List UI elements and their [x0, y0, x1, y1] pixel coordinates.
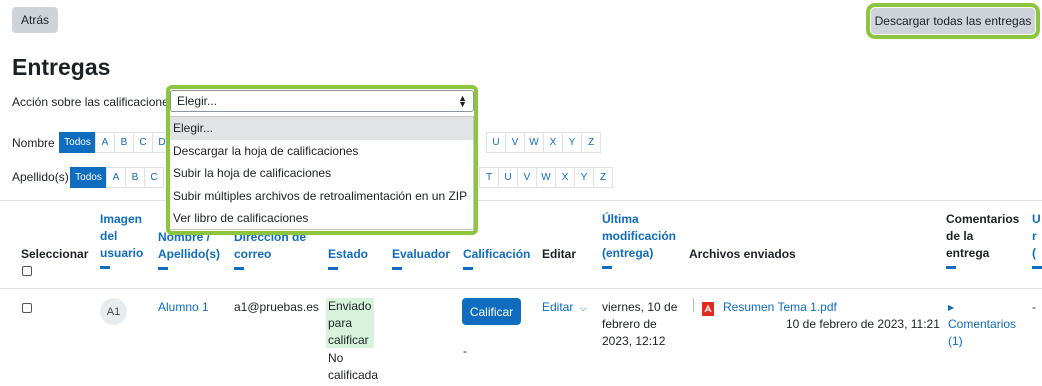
- nombre-letter[interactable]: U: [486, 132, 506, 153]
- edit-menu[interactable]: Editar ⌵: [542, 299, 587, 317]
- apellido-all[interactable]: Todos: [70, 167, 107, 188]
- grading-action-selected: Elegir...: [177, 94, 218, 108]
- grading-action-label: Acción sobre las calificaciones: [12, 95, 175, 109]
- nombre-letter[interactable]: X: [543, 132, 563, 153]
- extra-column-value: -: [1032, 300, 1036, 314]
- header-email[interactable]: Dirección de correo: [234, 229, 306, 270]
- dropdown-option[interactable]: Subir la hoja de calificaciones: [169, 162, 473, 185]
- grade-value: -: [463, 344, 467, 358]
- nombre-letter[interactable]: W: [524, 132, 544, 153]
- nombre-all[interactable]: Todos: [59, 132, 96, 153]
- apellido-letter[interactable]: Z: [593, 167, 613, 188]
- sort-arrows-icon: ▲ ▼: [458, 93, 467, 109]
- caret-right-icon: ▶: [948, 303, 955, 312]
- nombre-letter[interactable]: Z: [581, 132, 601, 153]
- header-grader[interactable]: Evaluador: [392, 246, 450, 270]
- header-extra-column[interactable]: U r (: [1032, 211, 1042, 269]
- nombre-letters-left: Todos A B C D: [59, 132, 172, 153]
- header-image[interactable]: Imagen del usuario: [100, 211, 143, 269]
- nombre-letter[interactable]: V: [505, 132, 525, 153]
- header-files: Archivos enviados: [689, 247, 796, 261]
- apellido-letter[interactable]: A: [106, 167, 126, 188]
- chevron-down-icon: ⌵: [579, 303, 587, 313]
- submission-status: Enviado para calificar: [328, 299, 372, 347]
- dropdown-option[interactable]: Elegir...: [169, 117, 473, 140]
- download-all-button[interactable]: Descargar todas las entregas: [866, 3, 1040, 39]
- nombre-letter[interactable]: A: [95, 132, 115, 153]
- nombre-letter[interactable]: B: [114, 132, 134, 153]
- apellido-letter[interactable]: B: [125, 167, 145, 188]
- dropdown-option[interactable]: Ver libro de calificaciones: [169, 207, 473, 230]
- table-top-divider: [0, 200, 1042, 201]
- header-name[interactable]: Nombre / Apellido(s): [158, 229, 220, 270]
- header-last-modified[interactable]: Última modificación (entrega): [602, 211, 676, 269]
- header-grade[interactable]: Calificación: [463, 246, 530, 270]
- student-name-link[interactable]: Alumno 1: [158, 299, 209, 316]
- header-edit: Editar: [542, 247, 577, 261]
- grading-action-select[interactable]: Elegir... ▲ ▼: [170, 90, 474, 112]
- submitted-file-date: 10 de febrero de 2023, 11:21: [786, 317, 940, 331]
- last-modified-date: viernes, 10 de febrero de 2023, 12:12: [602, 300, 678, 348]
- nombre-letter[interactable]: Y: [562, 132, 582, 153]
- page-title: Entregas: [12, 54, 111, 80]
- apellido-letter[interactable]: Y: [574, 167, 594, 188]
- apellido-letters-right: T U V W X Y Z: [479, 167, 613, 188]
- header-status[interactable]: Estado: [328, 246, 368, 270]
- apellido-letter[interactable]: C: [144, 167, 164, 188]
- apellido-letter[interactable]: T: [479, 167, 499, 188]
- grading-action-dropdown: Elegir... Descargar la hoja de calificac…: [168, 116, 474, 230]
- pdf-file-icon: [702, 302, 714, 316]
- nombre-filter-label: Nombre: [12, 136, 55, 150]
- apellido-letter[interactable]: X: [555, 167, 575, 188]
- apellido-filter-label: Apellido(s): [12, 170, 69, 184]
- comments-toggle[interactable]: ▶ Comentarios (1): [948, 299, 1016, 350]
- select-all-checkbox[interactable]: [22, 266, 32, 276]
- student-email: a1@pruebas.es: [234, 300, 319, 314]
- submitted-file-link[interactable]: Resumen Tema 1.pdf: [723, 299, 837, 316]
- table-header-divider: [0, 288, 1042, 289]
- header-comments: Comentarios de la entrega: [946, 211, 1019, 269]
- file-tree-line: [693, 298, 694, 312]
- apellido-letter[interactable]: U: [498, 167, 518, 188]
- back-button[interactable]: Atrás: [12, 7, 58, 33]
- header-select: Seleccionar: [21, 247, 89, 261]
- nombre-letter[interactable]: C: [133, 132, 153, 153]
- nombre-letters-right: U V W X Y Z: [486, 132, 601, 153]
- dropdown-option[interactable]: Descargar la hoja de calificaciones: [169, 140, 473, 163]
- avatar: A1: [100, 298, 127, 325]
- grading-status: No calificada: [328, 351, 379, 382]
- apellido-letter[interactable]: V: [517, 167, 537, 188]
- dropdown-option[interactable]: Subir múltiples archivos de retroaliment…: [169, 185, 473, 208]
- apellido-letter[interactable]: W: [536, 167, 556, 188]
- row-select-checkbox[interactable]: [22, 303, 32, 313]
- grade-button[interactable]: Calificar: [462, 298, 521, 325]
- apellido-letters-left: Todos A B C: [70, 167, 164, 188]
